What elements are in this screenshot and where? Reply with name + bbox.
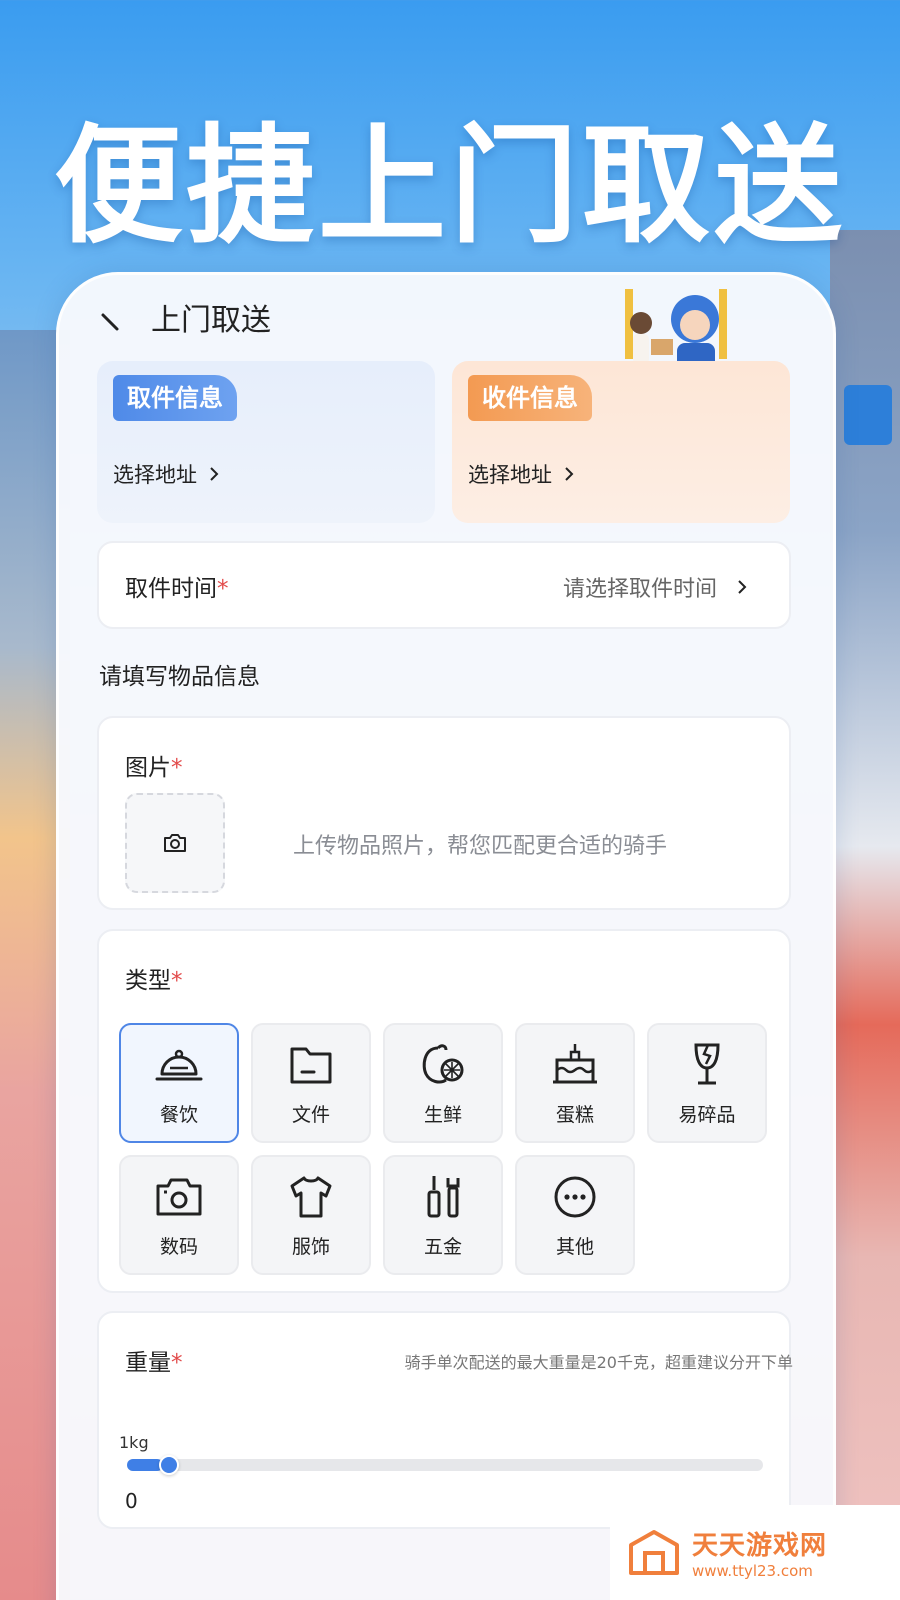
photo-label-text: 图片 [125, 755, 171, 781]
pickup-select-label: 选择地址 [113, 463, 197, 487]
pickup-time-row[interactable]: 取件时间* 请选择取件时间 [97, 541, 791, 629]
page-title: 上门取送 [151, 303, 271, 338]
type-option-other[interactable]: 其他 [515, 1155, 635, 1275]
type-option-fragile[interactable]: 易碎品 [647, 1023, 767, 1143]
site-logo-icon [629, 1529, 679, 1575]
type-option-label: 服饰 [291, 1235, 330, 1258]
type-option-label: 文件 [291, 1103, 330, 1126]
chevron-right-icon [738, 580, 747, 594]
type-label-text: 类型 [125, 968, 171, 994]
type-options-grid: 餐饮 文件 生鲜 蛋糕 易碎品 数码 服饰 五金 其他 [119, 1023, 779, 1275]
type-option-document[interactable]: 文件 [251, 1023, 371, 1143]
type-option-label: 五金 [423, 1235, 462, 1258]
camera-icon [164, 834, 186, 852]
weight-slider-fill [127, 1459, 163, 1471]
type-option-label: 生鲜 [423, 1103, 462, 1126]
required-asterisk: * [171, 968, 183, 994]
type-card: 类型* 餐饮 文件 生鲜 蛋糕 易碎品 数码 服饰 五金 其他 [97, 929, 791, 1293]
fragile-glass-icon [694, 1043, 720, 1084]
fresh-produce-icon [422, 1043, 464, 1083]
photo-card: 图片* 上传物品照片，帮您匹配更合适的骑手 [97, 716, 791, 910]
watermark-url: www.ttyl23.com [692, 1562, 813, 1580]
weight-label: 重量* [125, 1343, 183, 1377]
type-option-clothing[interactable]: 服饰 [251, 1155, 371, 1275]
dropoff-info-tag: 收件信息 [468, 375, 592, 421]
item-info-section-title: 请填写物品信息 [99, 664, 260, 690]
pickup-time-label-text: 取件时间 [125, 576, 217, 602]
type-option-digital[interactable]: 数码 [119, 1155, 239, 1275]
pickup-info-tag: 取件信息 [113, 375, 237, 421]
more-icon [554, 1176, 596, 1217]
promo-headline: 便捷上门取送 [53, 112, 846, 261]
type-option-label: 易碎品 [678, 1103, 736, 1126]
required-asterisk: * [217, 576, 229, 602]
folder-icon [290, 1047, 332, 1083]
weight-value: 0 [125, 1489, 138, 1513]
top-bar: 上门取送 [59, 275, 833, 371]
tshirt-icon [290, 1176, 332, 1217]
weight-slider-tick-label: 1kg [119, 1433, 149, 1452]
camera-icon [156, 1178, 202, 1215]
type-option-label: 其他 [555, 1235, 594, 1258]
dropoff-address-card[interactable]: 收件信息 选择地址 [452, 361, 790, 523]
type-option-fresh[interactable]: 生鲜 [383, 1023, 503, 1143]
food-cloche-icon [155, 1049, 203, 1080]
required-asterisk: * [171, 1350, 183, 1376]
cake-icon [553, 1043, 597, 1083]
weight-limit-note: 骑手单次配送的最大重量是20千克，超重建议分开下单 [404, 1353, 793, 1372]
weight-slider-handle[interactable] [159, 1455, 179, 1475]
chevron-right-icon [210, 467, 219, 481]
type-option-label: 数码 [159, 1235, 198, 1258]
weight-card: 重量* 骑手单次配送的最大重量是20千克，超重建议分开下单 1kg 0 [97, 1311, 793, 1529]
required-asterisk: * [171, 755, 183, 781]
app-screen: 上门取送 取件信息 选择地址 收件信息 选择地址 取件时间* 请选择取件时间 请… [56, 272, 836, 1600]
type-option-label: 蛋糕 [555, 1103, 594, 1126]
photo-upload-hint: 上传物品照片，帮您匹配更合适的骑手 [293, 834, 668, 859]
site-watermark: 天天游戏网 www.ttyl23.com [610, 1505, 900, 1600]
chevron-right-icon [565, 467, 574, 481]
pickup-address-card[interactable]: 取件信息 选择地址 [97, 361, 435, 523]
pickup-time-selector[interactable]: 请选择取件时间 [563, 571, 749, 603]
type-option-label: 餐饮 [159, 1103, 198, 1126]
dropoff-select-label: 选择地址 [468, 463, 552, 487]
dropoff-select-address[interactable]: 选择地址 [468, 459, 576, 489]
weight-label-text: 重量 [125, 1350, 171, 1376]
type-option-food[interactable]: 餐饮 [119, 1023, 239, 1143]
type-option-hardware[interactable]: 五金 [383, 1155, 503, 1275]
pickup-time-label: 取件时间* [125, 569, 229, 603]
type-option-cake[interactable]: 蛋糕 [515, 1023, 635, 1143]
tools-icon [427, 1175, 460, 1217]
pickup-time-placeholder: 请选择取件时间 [562, 577, 717, 602]
back-arrow-icon[interactable] [99, 309, 123, 333]
weight-slider[interactable] [127, 1455, 763, 1475]
background-sign [844, 385, 892, 445]
photo-upload-button[interactable] [125, 793, 225, 893]
watermark-name: 天天游戏网 [692, 1531, 828, 1561]
type-label: 类型* [125, 961, 183, 995]
photo-label: 图片* [125, 748, 183, 782]
pickup-select-address[interactable]: 选择地址 [113, 459, 221, 489]
